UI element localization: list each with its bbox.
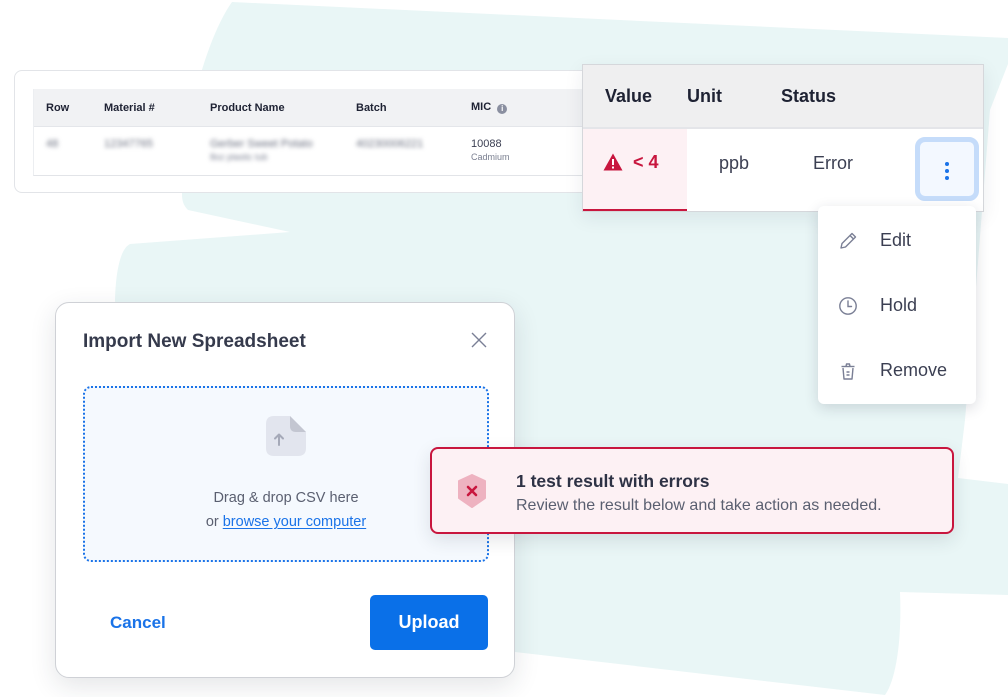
- file-upload-icon: [266, 416, 306, 456]
- header-mic-label: MIC: [471, 101, 492, 113]
- result-table-card: Value Unit Status < 4 ppb Error: [582, 64, 984, 212]
- cancel-button[interactable]: Cancel: [110, 613, 166, 633]
- result-row[interactable]: < 4 ppb Error: [583, 129, 983, 211]
- menu-item-label: Edit: [880, 230, 912, 250]
- header-mic: MIC i: [471, 101, 591, 114]
- header-batch: Batch: [356, 101, 387, 114]
- clock-icon: [839, 296, 857, 315]
- cell-row: 48: [46, 138, 59, 150]
- dropzone-browse-line: or browse your computer: [85, 514, 487, 530]
- browse-computer-link[interactable]: browse your computer: [223, 514, 366, 530]
- pencil-icon: [840, 232, 857, 249]
- dropzone-instruction: Drag & drop CSV here: [213, 490, 359, 506]
- row-actions-button[interactable]: [915, 137, 979, 201]
- row-actions-menu: Edit Hold Remove: [818, 206, 976, 404]
- error-toast: 1 test result with errors Review the res…: [430, 447, 954, 534]
- header-product-name: Product Name: [210, 101, 285, 114]
- table-row[interactable]: 48 12347765 Gerber Sweet Potato 8oz plas…: [34, 127, 593, 175]
- error-shield-icon: [458, 474, 486, 508]
- menu-item-hold[interactable]: Hold: [818, 273, 976, 338]
- header-row: Row: [46, 101, 70, 114]
- toast-title: 1 test result with errors: [516, 471, 710, 491]
- file-dropzone[interactable]: Drag & drop CSV here or browse your comp…: [83, 386, 489, 562]
- result-table-header: Value Unit Status: [583, 65, 983, 129]
- cell-product-sub: 8oz plastic tub: [210, 152, 268, 162]
- value-cell-error: < 4: [583, 129, 687, 211]
- menu-item-remove[interactable]: Remove: [818, 338, 976, 403]
- info-icon[interactable]: i: [497, 104, 508, 114]
- header-unit: Unit: [687, 85, 722, 106]
- close-icon[interactable]: [470, 331, 488, 349]
- cell-batch: 40230006221: [356, 138, 424, 150]
- header-material: Material #: [104, 101, 155, 114]
- toast-message: Review the result below and take action …: [516, 497, 882, 514]
- cell-material: 12347765: [104, 138, 153, 150]
- cell-product-name: Gerber Sweet Potato: [210, 138, 313, 150]
- cell-mic-code: 10088: [471, 138, 502, 150]
- modal-title: Import New Spreadsheet: [83, 331, 306, 352]
- data-table-header: Row Material # Product Name Batch MIC i: [34, 89, 593, 127]
- header-status: Status: [781, 85, 837, 106]
- menu-item-label: Remove: [880, 360, 948, 380]
- trash-icon: [841, 362, 855, 380]
- data-table: Row Material # Product Name Batch MIC i …: [33, 89, 593, 176]
- kebab-icon: [945, 162, 949, 180]
- menu-item-label: Hold: [880, 295, 918, 315]
- menu-item-edit[interactable]: Edit: [818, 208, 976, 273]
- warning-triangle-icon: [603, 153, 623, 171]
- data-table-card: Row Material # Product Name Batch MIC i …: [14, 70, 604, 193]
- cell-mic-sub: Cadmium: [471, 152, 510, 162]
- upload-button[interactable]: Upload: [370, 595, 488, 650]
- cell-product: Gerber Sweet Potato 8oz plastic tub: [210, 138, 356, 162]
- unit-cell: ppb: [719, 152, 750, 173]
- cell-mic: 10088 Cadmium: [471, 138, 591, 162]
- value-text: < 4: [633, 151, 659, 172]
- header-value: Value: [605, 85, 653, 106]
- dropzone-or-text: or: [205, 514, 223, 530]
